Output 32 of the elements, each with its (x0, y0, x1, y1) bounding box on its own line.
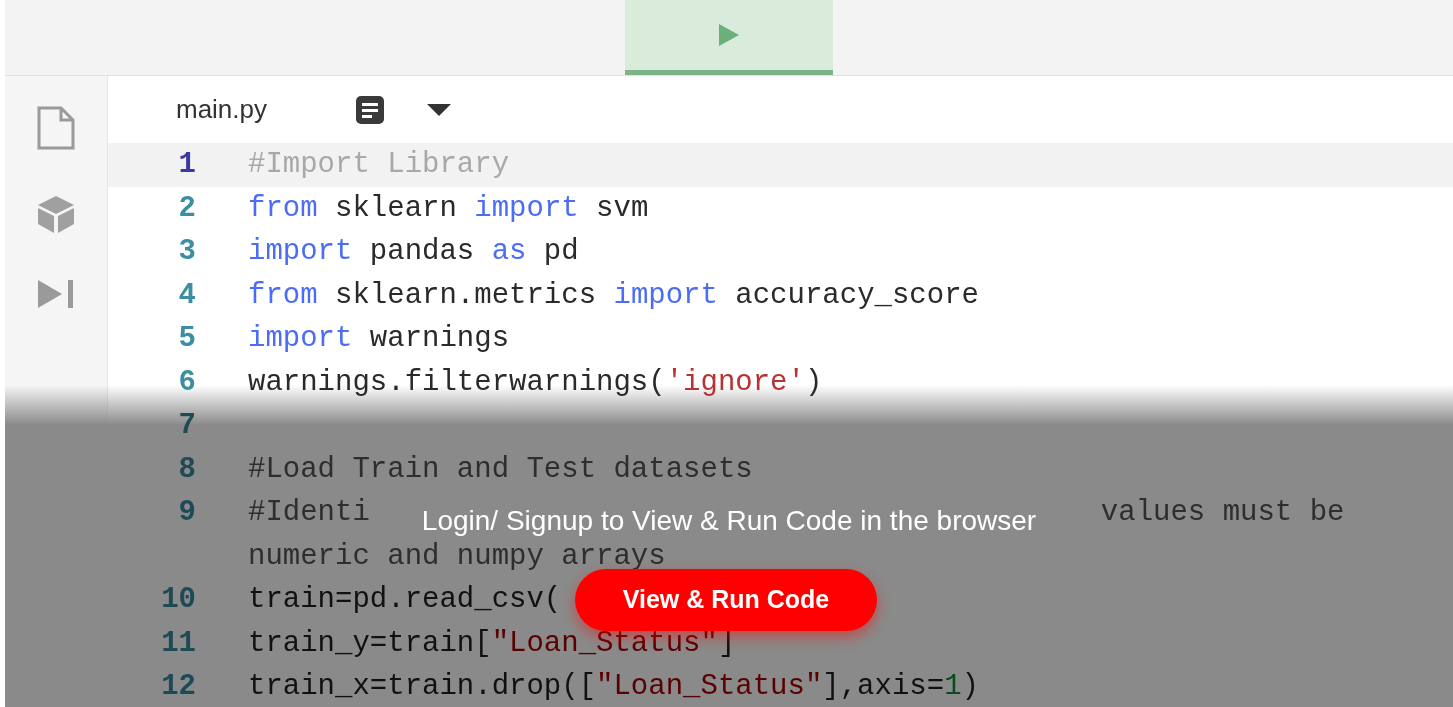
line-number: 6 (177, 364, 197, 401)
code-text: train=pd.read_csv( (248, 582, 562, 618)
caret-down-icon[interactable] (427, 103, 451, 116)
skip-forward-icon[interactable] (36, 278, 76, 310)
code-text: from sklearn.metrics import accuracy_score (248, 277, 979, 314)
line-number: 10 (160, 582, 197, 618)
line-number: 8 (177, 451, 197, 488)
overlay-message: Login/ Signup to View & Run Code in the browser (421, 504, 1037, 538)
code-text: from sklearn import svm (248, 190, 649, 227)
view-run-code-button[interactable]: View & Run Code (575, 569, 877, 631)
code-text: import warnings (248, 321, 510, 357)
line-number: 4 (177, 277, 197, 314)
line-number: 5 (177, 321, 197, 357)
line-number: 11 (160, 625, 197, 662)
play-icon (718, 23, 740, 47)
document-lines-icon[interactable] (355, 94, 385, 125)
line-number: 2 (177, 190, 197, 227)
line-number: 9 (177, 495, 197, 531)
line-number: 1 (177, 147, 197, 183)
cube-icon[interactable] (36, 194, 76, 234)
code-text: #Load Train and Test datasets (248, 451, 753, 488)
line-number: 7 (177, 408, 197, 444)
code-text: #Import Library (248, 147, 510, 183)
code-text: warnings.filterwarnings('ignore') (248, 364, 823, 401)
file-icon[interactable] (37, 106, 75, 150)
code-text: train_x=train.drop(["Loan_Status"],axis=1) (248, 669, 979, 705)
line-number: 12 (160, 669, 197, 705)
code-text: #Identi (248, 495, 370, 531)
code-text: values must be (1100, 495, 1345, 531)
code-text: import pandas as pd (248, 234, 579, 270)
run-button[interactable] (625, 0, 833, 75)
line-number: 3 (177, 234, 197, 270)
